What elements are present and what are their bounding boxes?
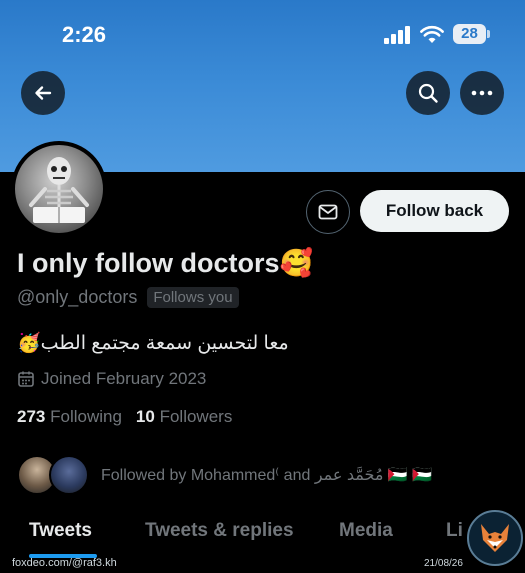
more-horizontal-icon [471,90,493,96]
followers-count: 10 [135,407,155,426]
message-button[interactable] [306,190,350,234]
tab-tweets[interactable]: Tweets [29,520,92,542]
joined-date-row: Joined February 2023 [17,369,206,389]
follow-back-button[interactable]: Follow back [360,190,509,232]
calendar-icon [18,371,34,387]
followed-by-row[interactable]: Followed by Mohammed⁽ and مُحَمَّد عمر 🇵… [17,452,432,498]
status-time: 2:26 [62,22,107,47]
watermark-source: foxdeo.com/@raf3.kh [12,557,117,569]
following-label: Following [50,407,122,426]
followed-by-text: Followed by Mohammed⁽ and مُحَمَّد عمر 🇵… [101,467,433,484]
watermark-date: 21/08/26 [424,558,463,569]
search-icon [418,83,438,103]
envelope-icon [318,204,338,220]
battery-indicator: 28 [453,24,486,44]
fox-logo-icon [467,510,523,566]
battery-tip [487,30,490,38]
following-stat[interactable]: 273 Following [17,407,122,427]
profile-avatar[interactable] [11,141,107,237]
wifi-icon [420,25,444,43]
back-button[interactable] [21,71,65,115]
profile-bio: معا لتحسين سمعة مجتمع الطب🥳 [17,333,289,354]
tab-likes[interactable]: Li [446,520,463,542]
follows-you-badge: Follows you [147,287,239,308]
tab-tweets-replies[interactable]: Tweets & replies [145,520,294,542]
search-button[interactable] [406,71,450,115]
username-handle: @only_doctors [17,287,138,307]
followers-stat[interactable]: 10 Followers [136,407,232,427]
avatar [49,455,89,495]
tab-media[interactable]: Media [339,520,393,542]
joined-date-text: Joined February 2023 [41,369,207,388]
more-options-button[interactable] [460,71,504,115]
profile-tabs: Tweets Tweets & replies Media Li [0,520,525,558]
following-count: 273 [17,407,46,426]
cellular-signal-icon [384,26,412,44]
status-bar: 2:26 28 [0,0,525,70]
followed-by-avatars [17,453,91,497]
arrow-left-icon [35,86,52,100]
fox-face-icon [481,524,509,552]
followers-label: Followers [159,407,233,426]
follow-stats: 273 Following 10 Followers [17,407,232,427]
display-name: I only follow doctors🥰 [17,248,314,278]
handle-row: @only_doctors Follows you [17,287,239,308]
skeleton-reading-image [29,157,89,223]
